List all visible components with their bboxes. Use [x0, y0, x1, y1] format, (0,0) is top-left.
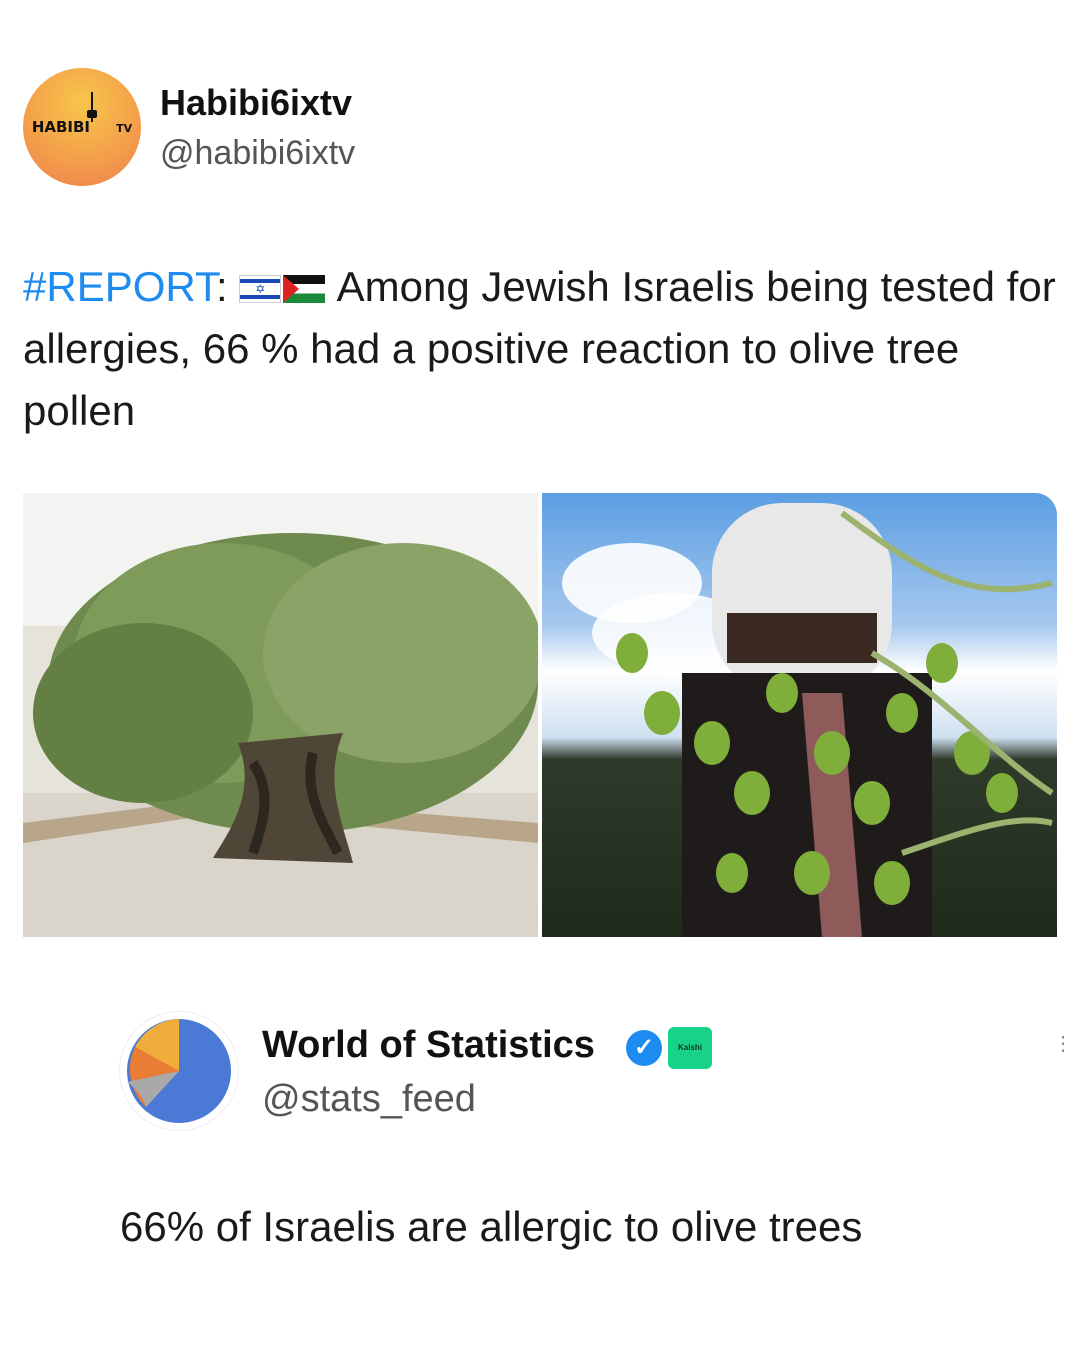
kalshi-badge: Kalshi [668, 1027, 712, 1069]
colon: : [215, 263, 240, 310]
quoted-author-handle[interactable]: @stats_feed [262, 1078, 476, 1121]
more-options-icon[interactable]: ⋮ [1053, 1034, 1073, 1064]
hashtag-link[interactable]: #REPORT [23, 263, 216, 310]
avatar-brand: HABIBI TV [23, 118, 141, 136]
olive-tree-illustration [23, 533, 538, 937]
palestine-flag-icon [283, 275, 326, 303]
avatar-brand-left: HABIBI [31, 118, 91, 136]
author-avatar[interactable]: HABIBI TV [23, 68, 141, 186]
quoted-text: 66% of Israelis are allergic to olive tr… [120, 1203, 863, 1250]
pie-chart-icon [127, 1019, 231, 1123]
author-name[interactable]: Habibi6ixtv [160, 82, 352, 124]
quoted-author-name[interactable]: World of Statistics [262, 1024, 595, 1067]
olive-harvest-photo[interactable] [542, 493, 1057, 937]
verified-check-icon: ✓ [626, 1030, 662, 1066]
israel-flag-icon: ✡ [239, 275, 282, 303]
author-handle[interactable]: @habibi6ixtv [160, 134, 355, 173]
avatar-brand-right: TV [116, 122, 133, 135]
olive-harvest-illustration [562, 503, 1054, 937]
stats-avatar[interactable] [120, 1012, 238, 1130]
olive-tree-photo[interactable] [23, 493, 538, 937]
tower-ball [87, 110, 97, 118]
post-text: #REPORT: ✡ Among Jewish Israelis being t… [23, 256, 1063, 442]
